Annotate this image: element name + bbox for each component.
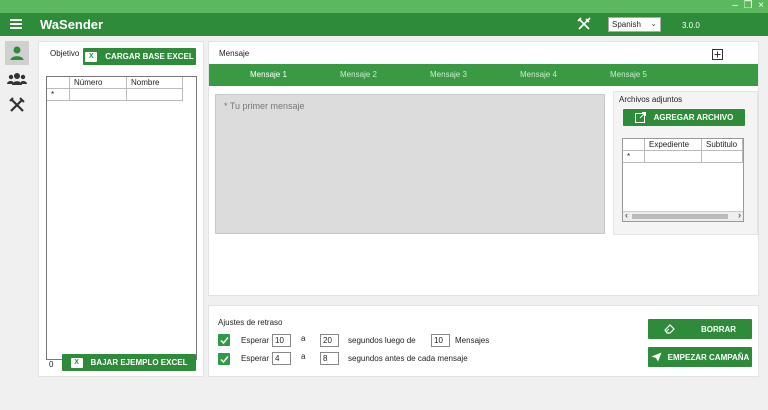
horizontal-scrollbar[interactable]: ‹ › <box>623 210 743 221</box>
hamburger-menu-icon[interactable] <box>10 19 22 29</box>
tools-icon[interactable] <box>577 17 591 31</box>
target-label: Objetivo <box>50 49 80 58</box>
table-cell[interactable] <box>127 89 183 101</box>
start-campaign-label: EMPEZAR CAMPAÑA <box>667 352 750 362</box>
eraser-icon <box>664 324 675 334</box>
group-icon <box>7 73 27 85</box>
table-cell[interactable] <box>702 151 743 163</box>
language-select[interactable]: Spanish ⌄ <box>608 17 661 32</box>
sidebar-item-user[interactable] <box>5 41 29 65</box>
user-icon <box>10 46 24 60</box>
row-marker: * <box>623 151 645 163</box>
start-campaign-button[interactable]: EMPEZAR CAMPAÑA <box>648 347 752 367</box>
delay-label: Ajustes de retraso <box>218 318 283 327</box>
tab-mensaje-5[interactable]: Mensaje 5 <box>610 70 647 79</box>
add-file-label: AGREGAR ARCHIVO <box>653 113 734 122</box>
contacts-count: 0 <box>49 360 54 369</box>
delay-row1-separator: a <box>301 334 306 343</box>
scrollbar-thumb[interactable] <box>632 214 728 219</box>
check-icon <box>219 336 229 344</box>
chevron-down-icon: ⌄ <box>650 19 657 28</box>
message-textarea[interactable]: * Tu primer mensaje <box>215 94 605 234</box>
add-file-button[interactable]: AGREGAR ARCHIVO <box>623 109 745 126</box>
language-value: Spanish <box>612 20 641 29</box>
download-example-button[interactable]: X BAJAR EJEMPLO EXCEL <box>62 354 196 371</box>
tab-mensaje-3[interactable]: Mensaje 3 <box>430 70 467 79</box>
app-header: WaSender Spanish ⌄ 3.0.0 <box>0 13 768 36</box>
excel-icon: X <box>85 51 98 62</box>
download-example-label: BAJAR EJEMPLO EXCEL <box>90 358 188 367</box>
table-cell[interactable] <box>70 89 127 101</box>
tab-mensaje-1[interactable]: Mensaje 1 <box>250 70 287 79</box>
plus-square-icon[interactable] <box>712 49 723 60</box>
target-panel: Objetivo X CARGAR BASE EXCEL Número Nomb… <box>38 41 204 377</box>
delay-row2-text: segundos antes de cada mensaje <box>348 354 468 363</box>
tab-mensaje-4[interactable]: Mensaje 4 <box>520 70 557 79</box>
column-header[interactable]: Nombre <box>127 77 183 89</box>
restore-button[interactable]: ❐ <box>741 0 755 13</box>
delay-row1-to-input[interactable]: 20 <box>320 334 339 347</box>
scroll-right-arrow[interactable]: › <box>738 210 741 220</box>
delay-row2-separator: a <box>301 352 306 361</box>
version-label: 3.0.0 <box>682 21 700 30</box>
load-excel-button[interactable]: X CARGAR BASE EXCEL <box>83 48 196 65</box>
delay-row1-wait: Esperar <box>241 336 270 345</box>
wrench-screwdriver-icon <box>9 97 25 112</box>
send-icon <box>651 352 662 362</box>
close-button[interactable]: × <box>754 0 768 13</box>
message-label: Mensaje <box>219 49 250 58</box>
excel-icon: X <box>70 357 83 368</box>
clear-button[interactable]: BORRAR <box>648 319 752 339</box>
tab-mensaje-2[interactable]: Mensaje 2 <box>340 70 377 79</box>
attachments-panel: Archivos adjuntos AGREGAR ARCHIVO Expedi… <box>613 91 758 235</box>
row-marker: * <box>47 89 70 101</box>
sidebar-item-groups[interactable] <box>5 67 29 91</box>
delay-row1-from-input[interactable]: 10 <box>272 334 291 347</box>
sidebar <box>0 36 33 410</box>
sidebar-item-tools[interactable] <box>5 93 29 117</box>
delay-row2-from-input[interactable]: 4 <box>272 352 291 365</box>
column-header[interactable]: Expediente <box>645 139 702 151</box>
delay-row2-to-input[interactable]: 8 <box>320 352 339 365</box>
table-cell[interactable] <box>645 151 702 163</box>
delay-row2-checkbox[interactable] <box>218 353 230 365</box>
column-header[interactable]: Número <box>70 77 127 89</box>
minimize-button[interactable]: – <box>728 0 742 13</box>
app-title: WaSender <box>40 17 104 32</box>
external-link-icon <box>634 112 646 123</box>
message-tabs: Mensaje 1 Mensaje 2 Mensaje 3 Mensaje 4 … <box>209 64 758 86</box>
window-titlebar: – ❐ × <box>0 0 768 13</box>
delay-row1-suffix: Mensajes <box>455 336 490 345</box>
delay-panel: Ajustes de retraso Esperar 10 a 20 segun… <box>208 305 759 377</box>
table-corner <box>47 77 70 89</box>
attachments-label: Archivos adjuntos <box>619 95 683 104</box>
delay-row1-text: segundos luego de <box>348 336 416 345</box>
column-header[interactable]: Subtitulo <box>702 139 743 151</box>
delay-row1-count-input[interactable]: 10 <box>431 334 450 347</box>
scroll-left-arrow[interactable]: ‹ <box>625 210 628 220</box>
attachments-table[interactable]: Expediente Subtitulo * ‹ › <box>622 138 744 222</box>
load-excel-label: CARGAR BASE EXCEL <box>105 52 194 61</box>
clear-label: BORRAR <box>700 324 737 334</box>
check-icon <box>219 355 229 363</box>
delay-row1-checkbox[interactable] <box>218 334 230 346</box>
contacts-table[interactable]: Número Nombre * <box>46 76 197 360</box>
delay-row2-wait: Esperar <box>241 354 270 363</box>
table-corner <box>623 139 645 151</box>
